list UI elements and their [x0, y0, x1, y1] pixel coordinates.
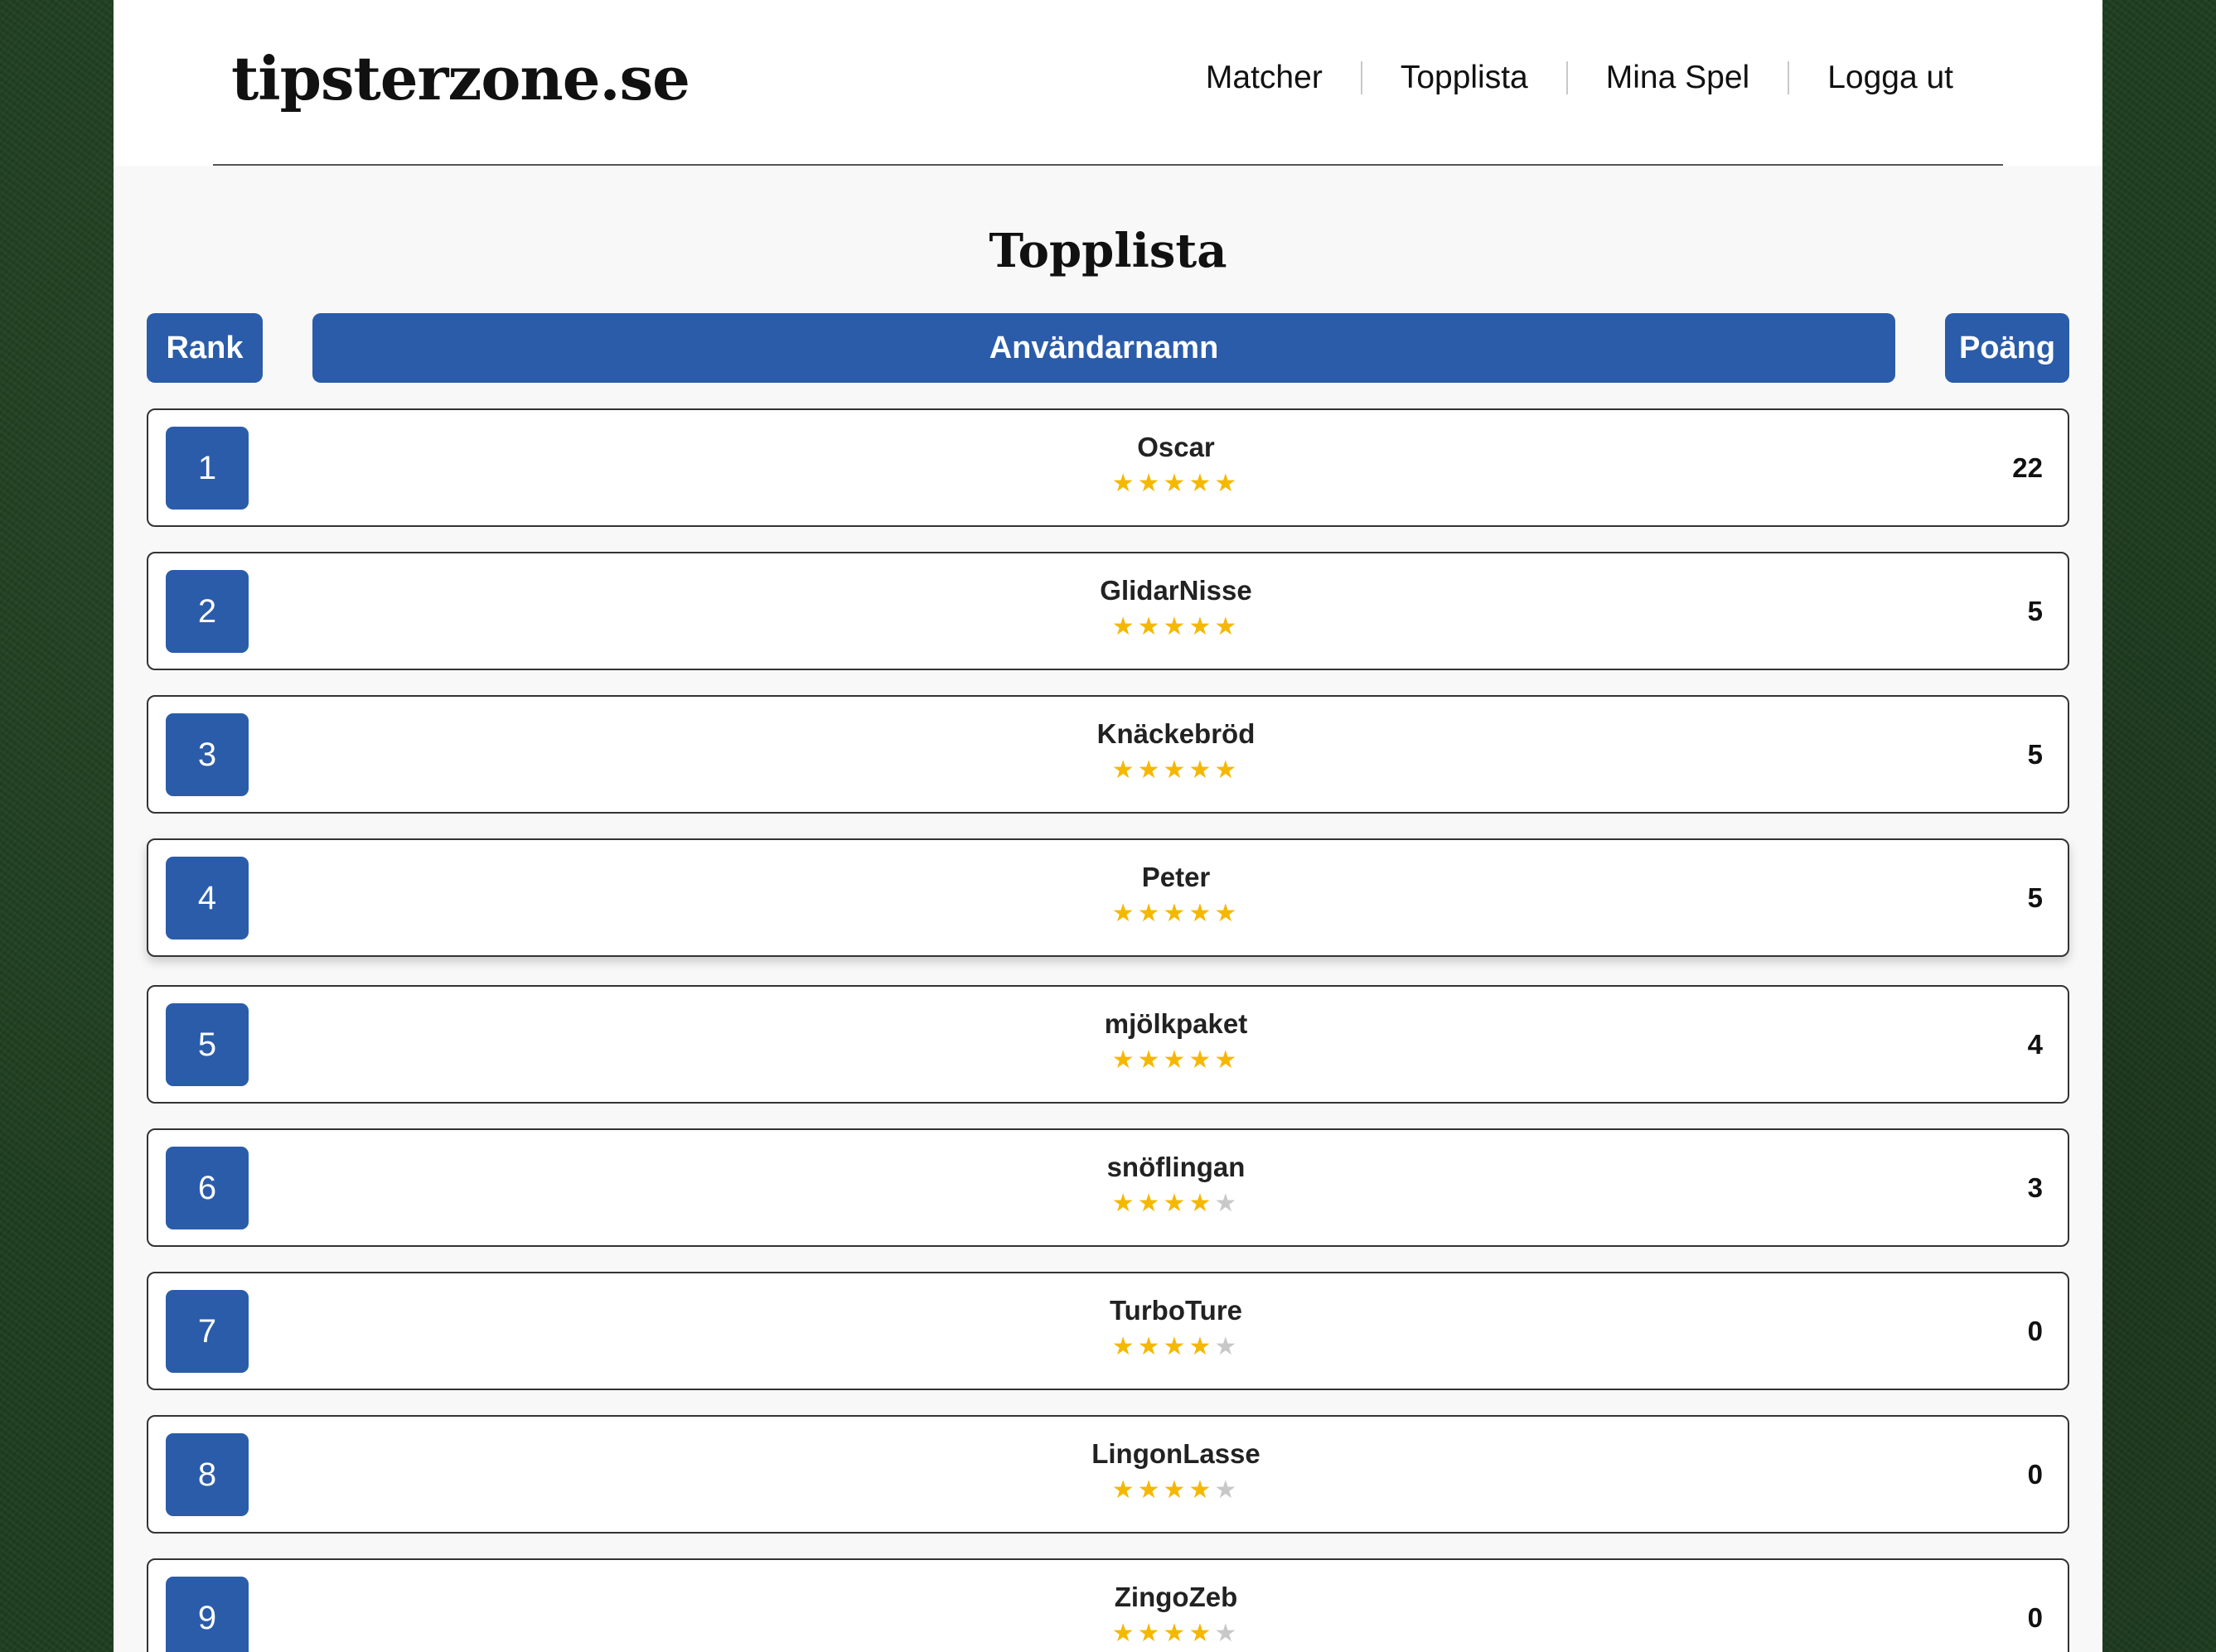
star-icon: ★: [1137, 1189, 1164, 1218]
header-divider: [213, 164, 2003, 166]
star-icon: ★: [1111, 612, 1138, 641]
star-icon: ★: [1163, 756, 1189, 785]
player-points: 5: [2027, 738, 2043, 770]
page-title: Topplista: [989, 224, 1227, 278]
star-rating: ★★★★★: [148, 471, 2102, 496]
star-rating: ★★★★★: [148, 615, 2102, 640]
star-icon: ★: [1214, 612, 1241, 641]
player-points: 5: [2027, 882, 2043, 913]
nav-matcher[interactable]: Matcher: [1206, 60, 1323, 96]
star-icon: ★: [1111, 469, 1138, 498]
star-icon: ★: [1137, 1046, 1164, 1075]
star-icon: ★: [1214, 1476, 1241, 1505]
nav-separator: [1565, 61, 1568, 94]
star-rating: ★★★★★: [148, 1621, 2102, 1646]
star-rating: ★★★★★: [148, 1191, 2102, 1216]
star-icon: ★: [1137, 469, 1164, 498]
star-icon: ★: [1111, 1046, 1138, 1075]
player-points: 0: [2027, 1458, 2043, 1490]
star-icon: ★: [1214, 1619, 1241, 1648]
player-name: GlidarNisse: [1100, 575, 1252, 606]
star-rating: ★★★★★: [148, 901, 2102, 926]
star-icon: ★: [1188, 1619, 1215, 1648]
star-icon: ★: [1163, 469, 1189, 498]
star-icon: ★: [1188, 612, 1215, 641]
star-icon: ★: [1163, 1619, 1189, 1648]
player-name: TurboTure: [1109, 1295, 1243, 1326]
star-icon: ★: [1188, 1332, 1215, 1361]
leaderboard-row[interactable]: 3 Knäckebröd ★★★★★ 5: [147, 695, 2069, 814]
star-icon: ★: [1214, 899, 1241, 928]
star-icon: ★: [1111, 1332, 1138, 1361]
star-icon: ★: [1163, 612, 1189, 641]
player-points: 4: [2027, 1028, 2043, 1060]
star-icon: ★: [1163, 899, 1189, 928]
nav-logga-ut[interactable]: Logga ut: [1827, 60, 1953, 96]
star-icon: ★: [1214, 756, 1241, 785]
star-icon: ★: [1188, 1476, 1215, 1505]
leaderboard-row[interactable]: 7 TurboTure ★★★★★ 0: [147, 1272, 2069, 1390]
star-icon: ★: [1188, 469, 1215, 498]
star-icon: ★: [1163, 1189, 1189, 1218]
player-name: Peter: [1141, 862, 1211, 892]
star-icon: ★: [1111, 1619, 1138, 1648]
nav-topplista[interactable]: Topplista: [1401, 60, 1528, 96]
player-points: 22: [2012, 452, 2043, 483]
leaderboard-row[interactable]: 8 LingonLasse ★★★★★ 0: [147, 1415, 2069, 1534]
star-icon: ★: [1188, 899, 1215, 928]
player-name: snöflingan: [1106, 1152, 1246, 1182]
leaderboard-row[interactable]: 4 Peter ★★★★★ 5: [147, 838, 2069, 957]
star-rating: ★★★★★: [148, 758, 2102, 783]
leaderboard-row[interactable]: 6 snöflingan ★★★★★ 3: [147, 1128, 2069, 1247]
star-rating: ★★★★★: [148, 1335, 2102, 1360]
column-header-points[interactable]: Poäng: [1945, 313, 2069, 383]
leaderboard-row[interactable]: 2 GlidarNisse ★★★★★ 5: [147, 552, 2069, 670]
leaderboard-row[interactable]: 5 mjölkpaket ★★★★★ 4: [147, 985, 2069, 1104]
star-icon: ★: [1214, 1189, 1241, 1218]
leaderboard-list: 1 Oscar ★★★★★ 22 2 GlidarNisse ★★★★★ 5 3 Knäckebr…: [147, 408, 2069, 1652]
player-points: 5: [2027, 595, 2043, 626]
star-icon: ★: [1214, 1332, 1241, 1361]
main-nav: Matcher Topplista Mina Spel Logga ut: [1206, 60, 1953, 96]
star-icon: ★: [1137, 1332, 1164, 1361]
column-header-username[interactable]: Användarnamn: [312, 313, 1895, 383]
page: tipsterzone.se Matcher Topplista Mina Spel…: [114, 0, 2102, 1652]
site-header: tipsterzone.se Matcher Topplista Mina Spel…: [114, 0, 2102, 166]
player-name: mjölkpaket: [1104, 1008, 1248, 1039]
star-icon: ★: [1163, 1476, 1189, 1505]
column-header-rank[interactable]: Rank: [147, 313, 263, 383]
player-name: Oscar: [1137, 432, 1215, 462]
star-rating: ★★★★★: [148, 1048, 2102, 1073]
star-icon: ★: [1188, 756, 1215, 785]
player-name: ZingoZeb: [1114, 1582, 1238, 1612]
star-icon: ★: [1137, 1476, 1164, 1505]
player-name: Knäckebröd: [1096, 718, 1256, 749]
star-icon: ★: [1111, 1476, 1138, 1505]
star-icon: ★: [1111, 756, 1138, 785]
star-rating: ★★★★★: [148, 1478, 2102, 1503]
star-icon: ★: [1137, 1619, 1164, 1648]
player-name: LingonLasse: [1091, 1438, 1260, 1469]
star-icon: ★: [1137, 612, 1164, 641]
nav-separator: [1360, 61, 1362, 94]
star-icon: ★: [1214, 469, 1241, 498]
leaderboard-row[interactable]: 9 ZingoZeb ★★★★★ 0: [147, 1558, 2069, 1652]
star-icon: ★: [1163, 1046, 1189, 1075]
star-icon: ★: [1188, 1046, 1215, 1075]
star-icon: ★: [1111, 1189, 1138, 1218]
player-points: 3: [2027, 1171, 2043, 1203]
star-icon: ★: [1214, 1046, 1241, 1075]
player-points: 0: [2027, 1601, 2043, 1633]
star-icon: ★: [1111, 899, 1138, 928]
star-icon: ★: [1137, 899, 1164, 928]
star-icon: ★: [1137, 756, 1164, 785]
site-logo[interactable]: tipsterzone.se: [231, 43, 690, 114]
player-points: 0: [2027, 1315, 2043, 1346]
nav-mina-spel[interactable]: Mina Spel: [1606, 60, 1749, 96]
star-icon: ★: [1188, 1189, 1215, 1218]
nav-separator: [1788, 61, 1790, 94]
star-icon: ★: [1163, 1332, 1189, 1361]
leaderboard-row[interactable]: 1 Oscar ★★★★★ 22: [147, 408, 2069, 527]
